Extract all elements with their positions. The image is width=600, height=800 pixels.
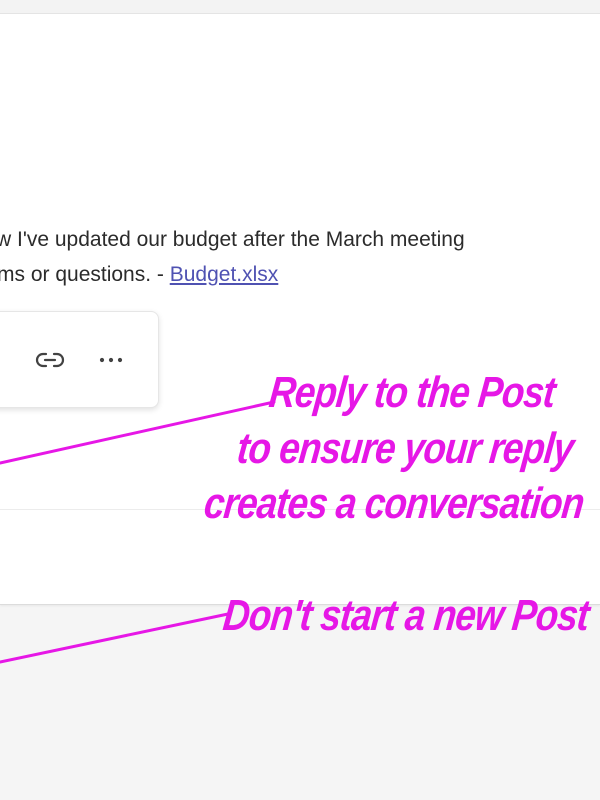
link-icon[interactable] xyxy=(33,344,67,376)
arrow-new-post-line xyxy=(0,612,230,664)
annotation-reply-line-3: creates a conversation xyxy=(201,479,587,528)
message-action-bar xyxy=(0,311,159,408)
top-strip xyxy=(0,0,600,14)
post-message-line-2: ms or questions. - Budget.xlsx xyxy=(0,257,600,292)
annotation-reply-line-1: Reply to the Post xyxy=(266,368,558,417)
annotation-new-post: Don't start a new Post xyxy=(220,591,592,640)
post-message-line-1: w I've updated our budget after the Marc… xyxy=(0,228,465,251)
more-options-icon[interactable] xyxy=(94,344,128,376)
more-icon-glyph xyxy=(99,357,123,363)
attachment-link[interactable]: Budget.xlsx xyxy=(170,263,279,286)
annotation-reply-line-2: to ensure your reply xyxy=(234,424,576,473)
post-message-text: ms or questions. - xyxy=(0,263,170,286)
post-message: w I've updated our budget after the Marc… xyxy=(0,222,600,292)
link-icon-glyph xyxy=(35,352,65,368)
